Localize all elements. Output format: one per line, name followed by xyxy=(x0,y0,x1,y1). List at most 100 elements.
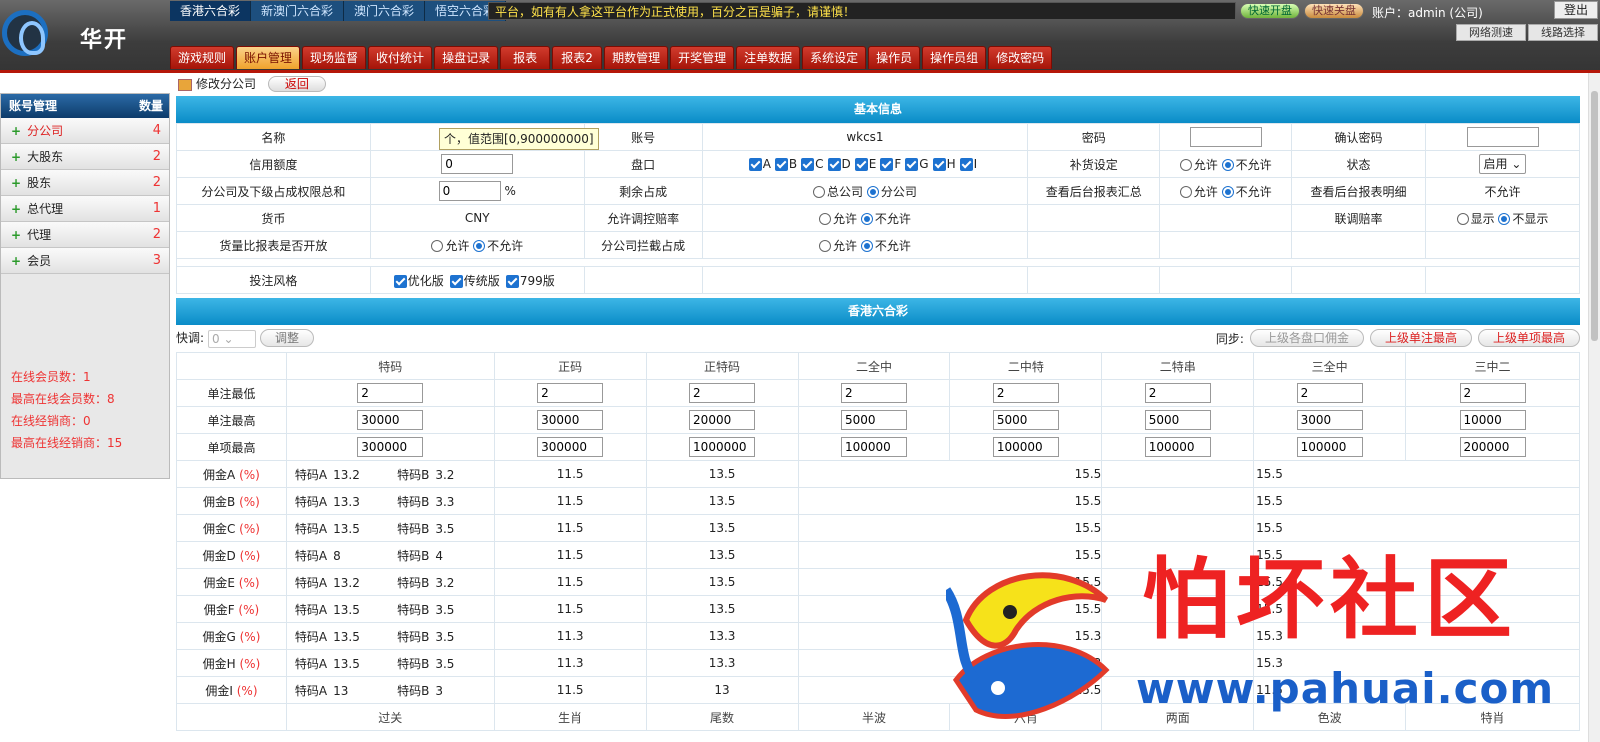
pankou-checkbox[interactable] xyxy=(827,158,841,171)
rate-row: 佣金C (%) 特码A 13.5 特码B 3.5 11.5 13.5 15.5 15.5 xyxy=(176,514,1580,542)
nav-tab[interactable]: 账户管理 xyxy=(236,46,301,69)
limit-input[interactable] xyxy=(992,437,1059,457)
special-rates: 特码A 8 特码B 4 xyxy=(285,541,495,569)
pankou-option-label: F xyxy=(894,157,902,171)
special-rates: 特码A 13 特码B 3 xyxy=(285,676,495,704)
limit-input[interactable] xyxy=(537,410,604,430)
limit-input[interactable] xyxy=(689,410,756,430)
sidebar-item[interactable]: + 大股东 2 xyxy=(1,144,169,170)
limit-input[interactable] xyxy=(357,437,424,457)
sidebar-item[interactable]: + 代理 2 xyxy=(1,222,169,248)
limit-input[interactable] xyxy=(992,410,1059,430)
status-select[interactable]: 启用 ⌄ xyxy=(1478,154,1527,174)
line-select-button[interactable]: 线路选择 xyxy=(1528,24,1598,41)
limit-input[interactable] xyxy=(537,437,604,457)
limit-input[interactable] xyxy=(357,410,424,430)
sidebar-item[interactable]: + 股东 2 xyxy=(1,170,169,196)
remain-head-radio[interactable] xyxy=(813,186,825,198)
quick-close-button[interactable]: 快速关盘 xyxy=(1304,3,1364,19)
column-header: 半波 xyxy=(797,703,951,731)
special-rates: 特码A 13.2 特码B 3.2 xyxy=(285,460,495,488)
nav-tab[interactable]: 操作员组 xyxy=(922,46,987,69)
volume-allow-radio[interactable] xyxy=(431,240,444,252)
limit-input[interactable] xyxy=(840,383,907,403)
limit-input[interactable] xyxy=(1296,437,1363,457)
credit-field[interactable] xyxy=(441,154,514,174)
speed-test-button[interactable]: 网络测速 xyxy=(1456,24,1526,41)
quick-open-button[interactable]: 快速开盘 xyxy=(1240,3,1300,19)
style-checkbox[interactable] xyxy=(505,274,519,288)
adjust-deny-radio[interactable] xyxy=(860,213,873,225)
nav-tab[interactable]: 收付统计 xyxy=(368,46,433,69)
limit-input[interactable] xyxy=(1296,383,1363,403)
limit-input[interactable] xyxy=(1144,410,1211,430)
game-tab[interactable]: 澳门六合彩 xyxy=(344,1,426,21)
sidebar-item[interactable]: + 总代理 1 xyxy=(1,196,169,222)
scrollbar[interactable] xyxy=(1588,73,1600,742)
rate-label: 佣金F (%) xyxy=(176,595,287,623)
pankou-checkbox[interactable] xyxy=(854,158,868,171)
share-field[interactable] xyxy=(438,181,501,201)
replenish-deny-radio[interactable] xyxy=(1221,159,1234,171)
limit-input[interactable] xyxy=(357,383,424,403)
scrollbar-thumb[interactable] xyxy=(1591,91,1598,341)
nav-tab[interactable]: 修改密码 xyxy=(988,46,1053,69)
intercept-deny-radio[interactable] xyxy=(860,240,873,252)
limit-input[interactable] xyxy=(840,410,907,430)
pankou-checkbox[interactable] xyxy=(801,158,815,171)
style-checkbox[interactable] xyxy=(393,274,407,288)
nav-tab[interactable]: 操盘记录 xyxy=(434,46,499,69)
sidebar-item[interactable]: + 分公司 4 xyxy=(1,118,169,144)
fast-adjust-select[interactable]: 0 ⌄ xyxy=(208,329,257,348)
link-show-radio[interactable] xyxy=(1456,213,1469,225)
sidebar-item[interactable]: + 会员 3 xyxy=(1,248,169,274)
limit-input[interactable] xyxy=(1459,410,1526,430)
sync-button[interactable]: 上级单注最高 xyxy=(1369,329,1472,347)
nav-tab[interactable]: 注单数据 xyxy=(736,46,801,69)
nav-tab[interactable]: 系统设定 xyxy=(802,46,867,69)
password-field[interactable] xyxy=(1189,127,1262,147)
nav-tab[interactable]: 操作员 xyxy=(868,46,921,69)
intercept-allow-radio[interactable] xyxy=(819,240,831,252)
pankou-checkbox[interactable] xyxy=(932,158,946,171)
pankou-option-label: E xyxy=(868,157,877,171)
adjust-allow-radio[interactable] xyxy=(819,213,831,225)
limit-input[interactable] xyxy=(689,437,756,457)
limit-input[interactable] xyxy=(992,383,1059,403)
nav-tab[interactable]: 报表2 xyxy=(552,46,603,69)
remain-branch-radio[interactable] xyxy=(866,186,879,198)
limit-input[interactable] xyxy=(689,383,756,403)
pankou-checkbox[interactable] xyxy=(880,158,894,171)
pankou-checkbox[interactable] xyxy=(959,158,973,171)
nav-tab[interactable]: 游戏规则 xyxy=(170,46,235,69)
adjust-button[interactable]: 调整 xyxy=(260,329,315,347)
nav-tab[interactable]: 报表 xyxy=(500,46,551,69)
limit-input[interactable] xyxy=(1459,437,1526,457)
nav-tab[interactable]: 期数管理 xyxy=(604,46,669,69)
limit-input[interactable] xyxy=(537,383,604,403)
back-button[interactable]: 返回 xyxy=(267,76,326,92)
limit-input[interactable] xyxy=(840,437,907,457)
sync-button[interactable]: 上级单项最高 xyxy=(1477,329,1580,347)
sync-button[interactable]: 上级各盘口佣金 xyxy=(1249,329,1364,347)
style-checkbox[interactable] xyxy=(449,274,463,288)
link-hide-radio[interactable] xyxy=(1498,213,1511,225)
limit-input[interactable] xyxy=(1296,410,1363,430)
report-sum-deny-radio[interactable] xyxy=(1221,186,1234,198)
rate-cell: 11.5 xyxy=(493,541,647,569)
confirm-password-field[interactable] xyxy=(1466,127,1539,147)
pankou-checkbox[interactable] xyxy=(905,158,919,171)
game-tab[interactable]: 新澳门六合彩 xyxy=(251,1,345,21)
limit-input[interactable] xyxy=(1144,437,1211,457)
replenish-allow-radio[interactable] xyxy=(1179,159,1192,171)
pankou-checkbox[interactable] xyxy=(748,158,762,171)
nav-tab[interactable]: 开奖管理 xyxy=(670,46,735,69)
limit-input[interactable] xyxy=(1459,383,1526,403)
logout-button[interactable]: 登出 xyxy=(1554,1,1598,19)
nav-tab[interactable]: 现场监督 xyxy=(302,46,367,69)
limit-input[interactable] xyxy=(1144,383,1211,403)
pankou-checkbox[interactable] xyxy=(774,158,788,171)
report-sum-allow-radio[interactable] xyxy=(1179,186,1192,198)
game-tab[interactable]: 香港六合彩 xyxy=(170,1,252,21)
volume-deny-radio[interactable] xyxy=(473,240,486,252)
